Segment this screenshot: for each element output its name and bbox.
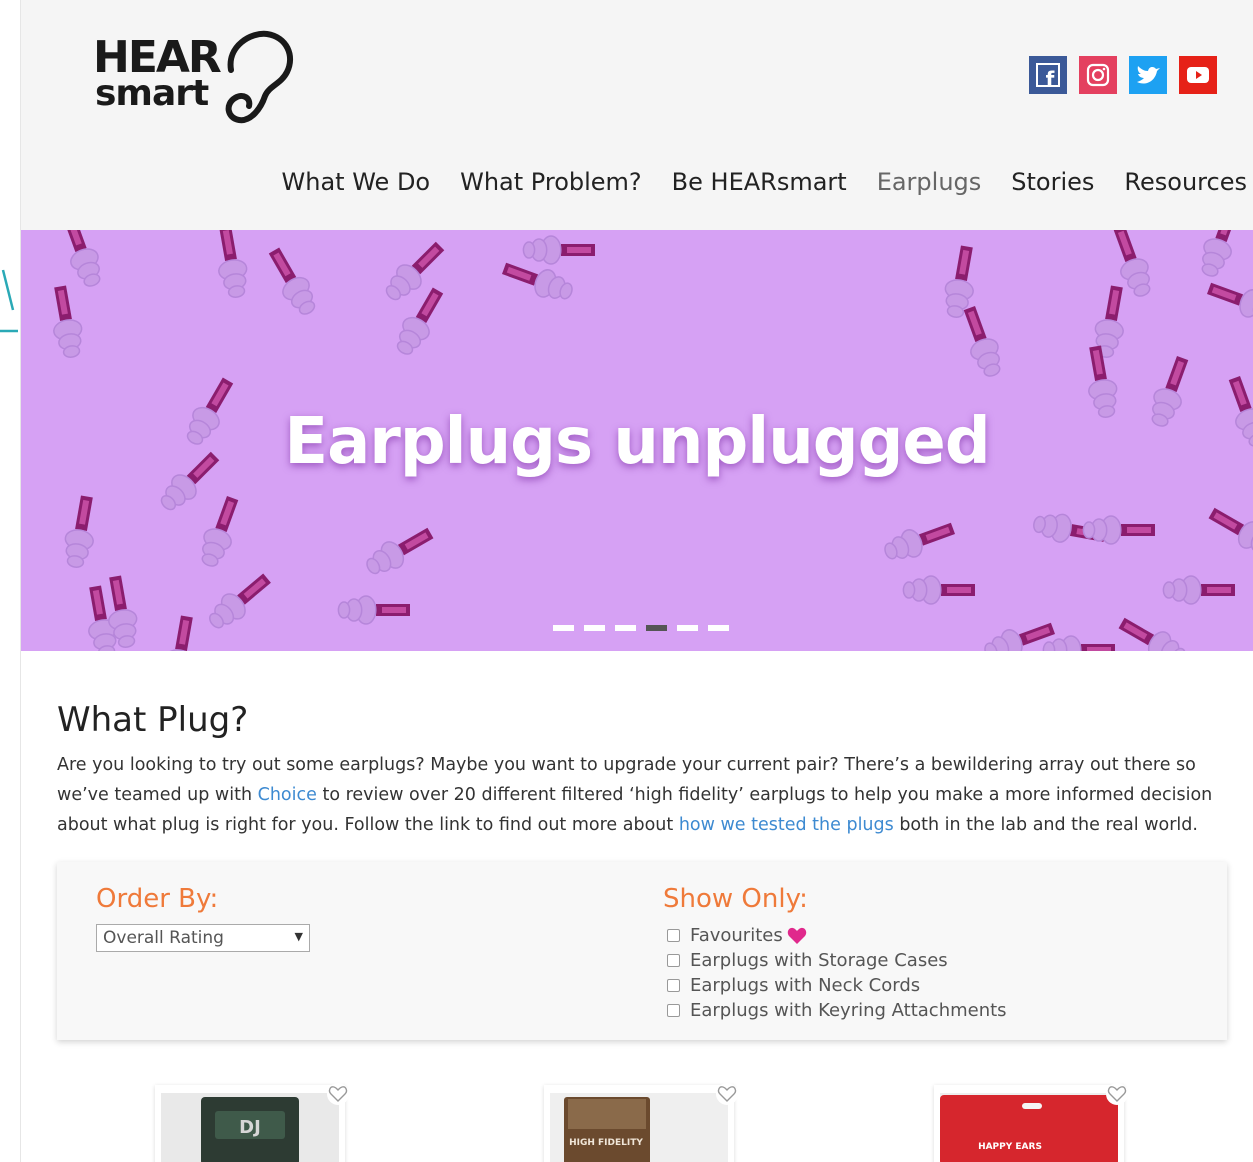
filter-keyring-label: Earplugs with Keyring Attachments — [690, 1000, 1007, 1021]
nav-resources[interactable]: Resources — [1124, 168, 1247, 196]
show-only-label: Show Only: — [663, 884, 808, 914]
earplug-shape — [1201, 230, 1239, 277]
product-label: HAPPY EARS — [978, 1142, 1042, 1152]
carousel-dot-active[interactable] — [646, 625, 667, 631]
how-we-tested-link[interactable]: how we tested the plugs — [679, 815, 894, 835]
filter-storage-cases-label: Earplugs with Storage Cases — [690, 950, 948, 971]
filter-neck-cords-label: Earplugs with Neck Cords — [690, 975, 921, 996]
earplug-shape — [884, 522, 956, 560]
product-card[interactable]: HIGH FIDELITY — [544, 1083, 738, 1162]
carousel-dot[interactable] — [553, 625, 574, 631]
page-frame: HEAR smart f What We Do What Problem? Be… — [21, 0, 1253, 1162]
intro-text-3: both in the lab and the real world. — [893, 815, 1198, 835]
heart-icon — [787, 927, 806, 944]
earplug-shape — [902, 575, 975, 605]
order-by-select[interactable]: Overall Rating ▼ — [96, 924, 310, 952]
product-image-happy-ears: HAPPY EARS — [940, 1093, 1118, 1162]
youtube-icon[interactable] — [1179, 56, 1217, 94]
nav-be-hearsmart[interactable]: Be HEARsmart — [672, 168, 847, 196]
filter-favourites[interactable]: Favourites — [667, 925, 807, 946]
instagram-icon[interactable] — [1079, 56, 1117, 94]
carousel-dot[interactable] — [615, 625, 636, 631]
choice-link[interactable]: Choice — [258, 785, 317, 805]
product-label: HIGH FIDELITY — [569, 1138, 643, 1148]
order-by-value: Overall Rating — [103, 928, 224, 948]
favourite-heart-icon[interactable] — [1106, 1083, 1128, 1105]
checkbox[interactable] — [667, 929, 680, 942]
hero-title: Earplugs unplugged — [284, 405, 990, 479]
filter-neck-cords[interactable]: Earplugs with Neck Cords — [667, 975, 920, 996]
earplug-shape — [1042, 635, 1115, 651]
earplug-shape — [268, 247, 316, 315]
intro-paragraph: Are you looking to try out some earplugs… — [57, 750, 1217, 840]
left-link-fragment — [0, 269, 18, 333]
checkbox[interactable] — [667, 954, 680, 967]
earplug-shape — [218, 230, 248, 298]
earplug-shape — [522, 235, 595, 265]
nav-what-we-do[interactable]: What We Do — [282, 168, 431, 196]
earplug-shape — [209, 573, 271, 629]
filter-favourites-label: Favourites — [690, 925, 783, 946]
product-image-high-fidelity: HIGH FIDELITY — [550, 1093, 728, 1162]
main-nav: What We Do What Problem? Be HEARsmart Ea… — [282, 168, 1247, 196]
carousel-dot[interactable] — [677, 625, 698, 631]
hearsmart-logo[interactable]: HEAR smart — [93, 30, 303, 130]
earplug-shape — [53, 285, 83, 358]
earplug-shape — [337, 595, 410, 625]
earplug-shape — [164, 615, 194, 651]
facebook-icon[interactable]: f — [1029, 56, 1067, 94]
left-page-edge — [0, 0, 21, 1162]
filter-keyring[interactable]: Earplugs with Keyring Attachments — [667, 1000, 1007, 1021]
nav-earplugs[interactable]: Earplugs — [877, 168, 982, 196]
carousel-dot[interactable] — [708, 625, 729, 631]
earplug-shape — [1208, 507, 1253, 553]
earplug-shape — [1118, 617, 1186, 651]
earplug-shape — [1206, 282, 1253, 319]
twitter-icon[interactable] — [1129, 56, 1167, 94]
earplug-shape — [64, 495, 94, 568]
earplug-shape — [201, 495, 239, 567]
svg-text:f: f — [1046, 67, 1055, 91]
product-image-dj: DJ — [161, 1093, 339, 1162]
favourite-heart-icon[interactable] — [327, 1083, 349, 1105]
favourite-heart-icon[interactable] — [716, 1083, 738, 1105]
product-label: DJ — [239, 1117, 261, 1138]
product-card[interactable]: DJ — [155, 1083, 349, 1162]
product-card[interactable]: HAPPY EARS — [934, 1083, 1128, 1162]
filter-panel: Order By: Overall Rating ▼ Show Only: Fa… — [57, 862, 1227, 1040]
earplug-shape — [501, 262, 573, 300]
order-by-label: Order By: — [96, 884, 219, 914]
earplug-shape — [366, 527, 434, 575]
dropdown-arrow-icon: ▼ — [294, 930, 303, 943]
carousel-dots — [553, 625, 729, 631]
section-title: What Plug? — [57, 700, 249, 740]
nav-stories[interactable]: Stories — [1011, 168, 1094, 196]
earplug-shape — [963, 305, 1001, 377]
ear-icon — [225, 30, 294, 124]
checkbox[interactable] — [667, 1004, 680, 1017]
site-header: HEAR smart f What We Do What Problem? Be… — [21, 0, 1253, 230]
earplug-shape — [1162, 575, 1235, 605]
earplug-shape — [63, 230, 101, 287]
logo-smart-text: smart — [95, 73, 209, 114]
checkbox[interactable] — [667, 979, 680, 992]
carousel-dot[interactable] — [584, 625, 605, 631]
nav-what-problem[interactable]: What Problem? — [460, 168, 642, 196]
filter-storage-cases[interactable]: Earplugs with Storage Cases — [667, 950, 948, 971]
